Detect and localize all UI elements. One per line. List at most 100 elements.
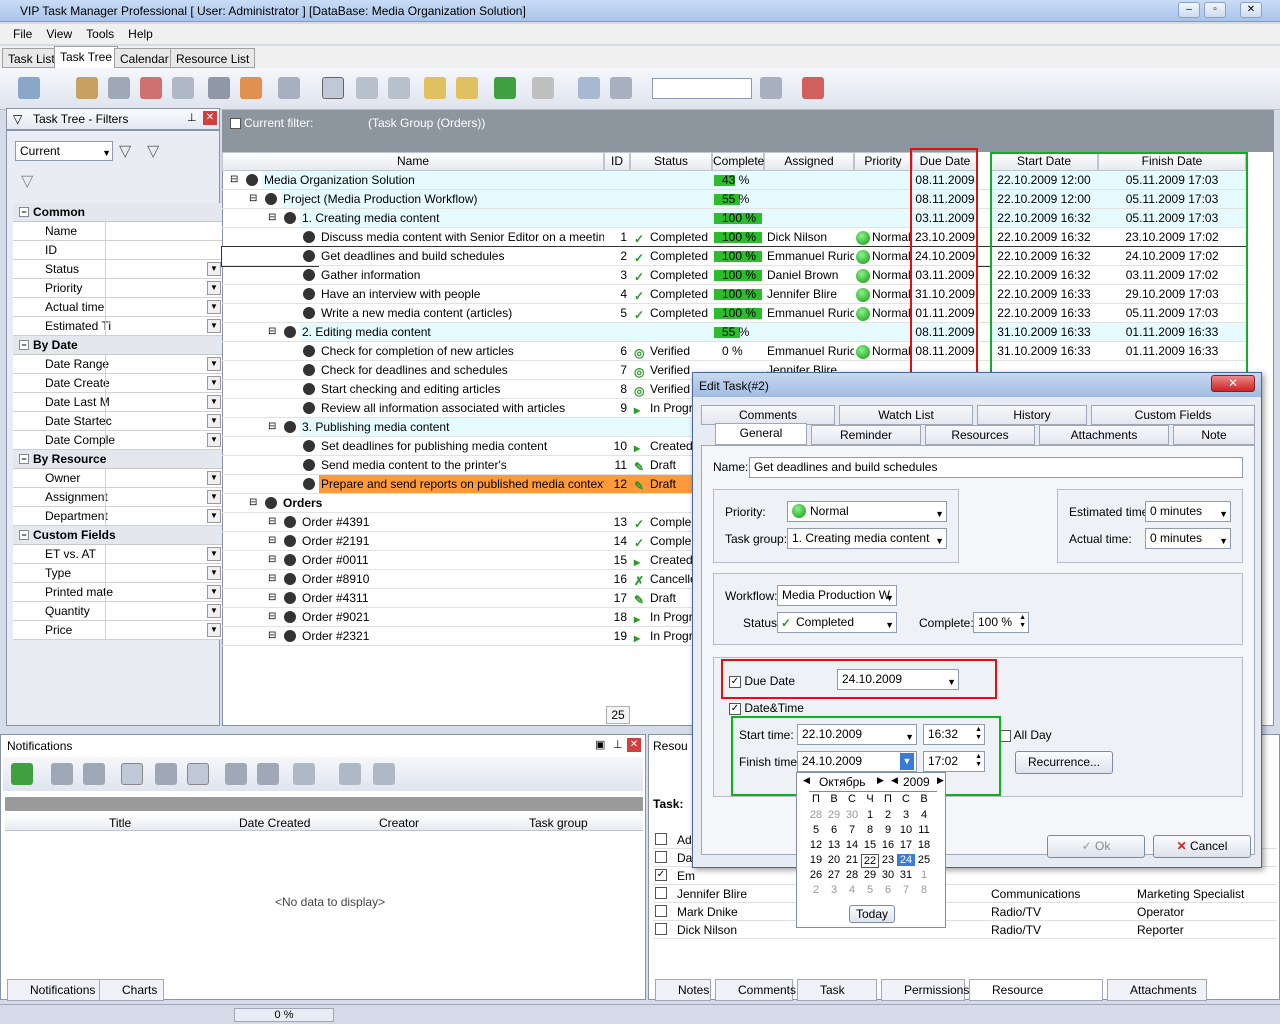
- calendar-day[interactable]: 29: [825, 809, 843, 821]
- pin-icon[interactable]: ⊥: [187, 111, 197, 124]
- properties-icon[interactable]: [108, 77, 130, 99]
- calendar-day[interactable]: 14: [843, 839, 861, 851]
- collapse-icon[interactable]: −: [19, 340, 29, 350]
- calendar-day[interactable]: 28: [807, 809, 825, 821]
- calendar-day[interactable]: 7: [897, 884, 915, 896]
- hand-icon[interactable]: [257, 763, 279, 785]
- ok-button[interactable]: ✓ Ok: [1047, 835, 1145, 858]
- tab-calendar[interactable]: Calendar: [114, 48, 175, 68]
- close-window-icon[interactable]: ✕: [1240, 2, 1262, 18]
- filter-field[interactable]: Date Range ▼: [13, 355, 223, 374]
- copy-icon[interactable]: [208, 77, 230, 99]
- tab-permissions[interactable]: Permissions: [881, 979, 969, 1001]
- column-header-complete[interactable]: Complete: [712, 152, 764, 171]
- send-icon[interactable]: [155, 763, 177, 785]
- priority-select[interactable]: Normal ▼: [787, 501, 947, 522]
- dialog-close-icon[interactable]: ✕: [1211, 375, 1255, 392]
- col-creator[interactable]: Creator: [379, 816, 419, 830]
- name-input[interactable]: Get deadlines and build schedules: [749, 457, 1243, 478]
- calendar-day[interactable]: 10: [897, 824, 915, 836]
- dropdown-arrow-icon[interactable]: ▼: [207, 414, 221, 428]
- collapse-icon[interactable]: −: [19, 207, 29, 217]
- move-up-icon[interactable]: [356, 77, 378, 99]
- tab-resource-list[interactable]: Resource List: [170, 48, 256, 68]
- refresh-notifications-icon[interactable]: [11, 763, 33, 785]
- calendar-day[interactable]: 19: [807, 854, 825, 866]
- calendar-day[interactable]: 4: [915, 809, 933, 821]
- filter-category[interactable]: − By Resource: [13, 450, 223, 469]
- calendar-day[interactable]: 5: [807, 824, 825, 836]
- dropdown-arrow-icon[interactable]: ▼: [207, 300, 221, 314]
- calendar-day[interactable]: 1: [915, 869, 933, 881]
- tab-comments[interactable]: Comments: [715, 979, 796, 1001]
- column-header-priority[interactable]: Priority: [854, 152, 912, 171]
- filter-field[interactable]: Assignment ▼: [13, 488, 223, 507]
- tab-task-history[interactable]: Task history: [797, 979, 877, 1017]
- outdent-icon[interactable]: [456, 77, 478, 99]
- resource-row[interactable]: Dick Nilson Radio/TV Reporter: [653, 921, 1277, 939]
- resource-checkbox[interactable]: [655, 905, 667, 917]
- collapse-icon[interactable]: −: [19, 530, 29, 540]
- fit-width-icon[interactable]: [578, 77, 600, 99]
- tab-task-list[interactable]: Task List: [2, 48, 61, 68]
- clear-icon[interactable]: [802, 77, 824, 99]
- filter-field[interactable]: Date Startec ▼: [13, 412, 223, 431]
- tab-history[interactable]: History: [977, 405, 1087, 425]
- export-icon[interactable]: [532, 77, 554, 99]
- filter-clear-notif-icon[interactable]: [373, 763, 395, 785]
- calendar-day[interactable]: 20: [825, 854, 843, 866]
- filter-category[interactable]: − By Date: [13, 336, 223, 355]
- dropdown-arrow-icon[interactable]: ▼: [207, 376, 221, 390]
- dropdown-arrow-icon[interactable]: ▼: [207, 509, 221, 523]
- mark-read-icon[interactable]: [51, 763, 73, 785]
- menu-tools[interactable]: Tools: [79, 24, 121, 44]
- indent-icon[interactable]: [424, 77, 446, 99]
- calendar-day[interactable]: 17: [897, 839, 915, 851]
- calendar-day[interactable]: 1: [861, 809, 879, 821]
- refresh-icon[interactable]: [494, 77, 516, 99]
- filter-field[interactable]: Priority ▼: [13, 279, 223, 298]
- calendar-day[interactable]: 28: [843, 869, 861, 881]
- filter-field[interactable]: Date Comple ▼: [13, 431, 223, 450]
- menu-view[interactable]: View: [39, 24, 79, 44]
- apply-filter-icon[interactable]: ▽: [119, 141, 139, 161]
- filter-field[interactable]: Quantity ▼: [13, 602, 223, 621]
- calendar-day[interactable]: 3: [825, 884, 843, 896]
- calendar-day[interactable]: 9: [879, 824, 897, 836]
- recurrence-button[interactable]: Recurrence...: [1015, 751, 1113, 774]
- menu-help[interactable]: Help: [121, 24, 160, 44]
- report-icon[interactable]: [760, 77, 782, 99]
- resource-row[interactable]: Jennifer Blire Communications Marketing Sp…: [653, 885, 1277, 903]
- delete-icon[interactable]: [140, 77, 162, 99]
- calendar-day[interactable]: 30: [879, 869, 897, 881]
- dropdown-arrow-icon[interactable]: ▼: [207, 604, 221, 618]
- resource-checkbox[interactable]: [655, 887, 667, 899]
- reset-filter-icon[interactable]: ▽: [21, 171, 41, 191]
- next-month-icon[interactable]: ▶: [877, 775, 884, 786]
- next-year-icon[interactable]: ▶: [937, 775, 944, 786]
- restore-icon[interactable]: ▣: [595, 738, 605, 751]
- calendar-day[interactable]: 23: [879, 854, 897, 866]
- filter-select[interactable]: Current ▼: [15, 141, 113, 161]
- tab-attachments[interactable]: Attachments: [1107, 979, 1207, 1001]
- calendar-day[interactable]: 5: [861, 884, 879, 896]
- calendar-day[interactable]: 31: [897, 869, 915, 881]
- today-button[interactable]: Today: [849, 905, 895, 923]
- expand-icon[interactable]: [322, 77, 344, 99]
- columns-icon[interactable]: [610, 77, 632, 99]
- calendar-day[interactable]: 18: [915, 839, 933, 851]
- resource-row[interactable]: ✓ Em: [653, 867, 1277, 885]
- tab-general[interactable]: General: [715, 423, 807, 445]
- actual-time-select[interactable]: 0 minutes ▼: [1145, 528, 1231, 549]
- calendar-day[interactable]: 22: [861, 854, 879, 868]
- dropdown-arrow-icon[interactable]: ▼: [207, 262, 221, 276]
- resource-row[interactable]: Mark Dnike Radio/TV Operator: [653, 903, 1277, 921]
- tab-charts[interactable]: Charts: [99, 979, 165, 1001]
- calendar-day[interactable]: 27: [825, 869, 843, 881]
- move-down-icon[interactable]: [388, 77, 410, 99]
- list-icon[interactable]: [187, 763, 209, 785]
- tab-custom-fields[interactable]: Custom Fields: [1091, 405, 1255, 425]
- settings-icon[interactable]: [225, 763, 247, 785]
- calendar-day[interactable]: 8: [915, 884, 933, 896]
- calendar-day[interactable]: 30: [843, 809, 861, 821]
